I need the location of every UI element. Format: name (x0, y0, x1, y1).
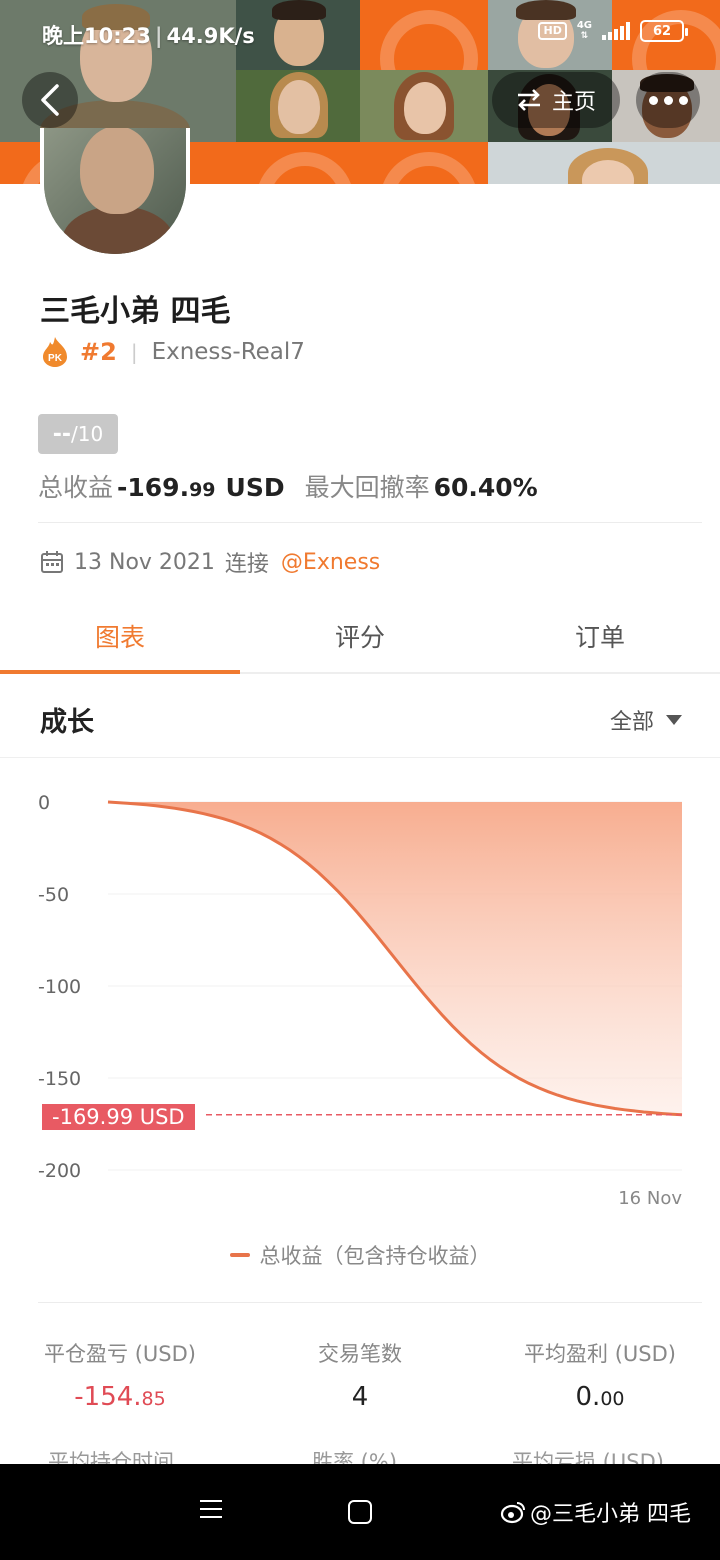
y-tick-label: -150 (38, 1068, 82, 1090)
growth-chart-svg (107, 800, 683, 1171)
range-dropdown[interactable]: 全部 (610, 704, 682, 736)
status-time: 晚上10:23 | 44.9K/s (42, 24, 255, 48)
rank-row: PK #2 | Exness-Real7 (40, 336, 305, 368)
stat-trades: 交易笔数 4 (280, 1338, 440, 1412)
y-tick-label: -100 (38, 976, 82, 998)
rank-value: #2 (80, 338, 117, 366)
legend-label: 总收益（包含持仓收益） (259, 1244, 491, 1268)
back-button[interactable] (22, 72, 78, 128)
divider (38, 1302, 702, 1303)
y-tick-label: 0 (38, 792, 51, 814)
status-icons: HD 4G ⇅ 62 (538, 20, 688, 42)
y-tick-label: -200 (38, 1160, 82, 1182)
tab-chart[interactable]: 图表 (0, 600, 240, 674)
pk-flame-icon: PK (43, 337, 67, 367)
system-nav-bar: @三毛小弟 四毛 (0, 1464, 720, 1560)
watermark-text: @三毛小弟 四毛 (530, 1502, 691, 1527)
divider (38, 522, 702, 523)
connection-info: 13 Nov 2021 连接 @Exness (40, 546, 380, 578)
connected-date: 13 Nov 2021 (74, 549, 215, 575)
banner-photo (236, 70, 360, 142)
stat-value: 0.00 (575, 1382, 625, 1412)
stat-label: 平均盈利 (USD) (524, 1342, 676, 1366)
watermark: @三毛小弟 四毛 (500, 1496, 691, 1528)
network-type: 4G (576, 20, 592, 31)
status-bar: 晚上10:23 | 44.9K/s HD 4G ⇅ 62 (0, 0, 720, 66)
chevron-left-icon (41, 84, 59, 116)
signal-icon (602, 22, 630, 40)
x-tick-label: 16 Nov (618, 1188, 682, 1209)
broker-link[interactable]: @Exness (281, 550, 380, 575)
menu-button[interactable] (200, 1500, 222, 1524)
battery-icon: 62 (640, 20, 688, 42)
total-profit-label: 总收益 (38, 473, 114, 502)
profit-summary: 总收益 -169.99 USD 最大回撤率 60.40% (38, 468, 538, 504)
network-type-icon: 4G ⇅ (576, 20, 592, 42)
range-value: 全部 (609, 710, 654, 735)
network-speed: 44.9K/s (166, 24, 255, 48)
total-profit-value: -169.99 (117, 473, 216, 502)
currency-label: USD (225, 473, 285, 502)
avatar[interactable] (40, 128, 190, 258)
more-button[interactable] (636, 72, 700, 128)
profile-name: 三毛小弟 四毛 (40, 294, 231, 329)
weibo-logo-icon (500, 1502, 525, 1524)
stat-label: 交易笔数 (318, 1342, 402, 1366)
legend-swatch (229, 1253, 250, 1257)
stat-label: 平仓盈亏 (USD) (44, 1342, 196, 1366)
stat-avg-profit: 平均盈利 (USD) 0.00 (510, 1338, 690, 1412)
banner-pattern (236, 142, 360, 184)
stat-closed-pl: 平仓盈亏 (USD) -154.85 (30, 1338, 210, 1412)
more-dots-icon (648, 95, 658, 105)
rank-separator: | (130, 340, 138, 364)
max-drawdown-label: 最大回撤率 (304, 473, 430, 502)
home-button[interactable]: 主页 (492, 72, 620, 128)
score-badge: --/10 (38, 414, 118, 454)
account-name: Exness-Real7 (151, 339, 305, 365)
growth-section-header: 成长 全部 (0, 676, 720, 758)
connected-label: 连接 (224, 552, 269, 577)
home-label: 主页 (551, 90, 596, 115)
chart-legend: 总收益（包含持仓收益） (0, 1240, 720, 1270)
clock-text: 晚上10:23 (42, 24, 151, 48)
stat-value: 4 (351, 1382, 369, 1412)
tab-orders[interactable]: 订单 (480, 600, 720, 672)
hd-icon: HD (538, 22, 567, 40)
stat-value: -154.85 (74, 1382, 166, 1412)
score-max: /10 (71, 422, 104, 446)
banner-pattern (360, 142, 488, 184)
y-tick-label: -50 (38, 884, 70, 906)
banner-photo (488, 142, 720, 184)
growth-chart: 0 -50 -100 -150 -200 -169.99 USD 16 Nov (0, 760, 720, 1230)
section-title: 成长 (40, 707, 94, 738)
tab-rating[interactable]: 评分 (240, 600, 480, 672)
banner-photo (360, 70, 488, 142)
caret-down-icon (666, 715, 682, 725)
tab-bar: 图表 评分 订单 (0, 600, 720, 674)
max-drawdown-value: 60.40% (433, 473, 538, 502)
score-value: -- (52, 421, 72, 447)
home-nav-button[interactable] (348, 1500, 372, 1524)
svg-text:PK: PK (48, 353, 63, 364)
calendar-icon (41, 551, 63, 573)
battery-level: 62 (652, 23, 672, 39)
swap-arrows-icon (517, 89, 540, 111)
current-value-tag: -169.99 USD (42, 1104, 195, 1130)
